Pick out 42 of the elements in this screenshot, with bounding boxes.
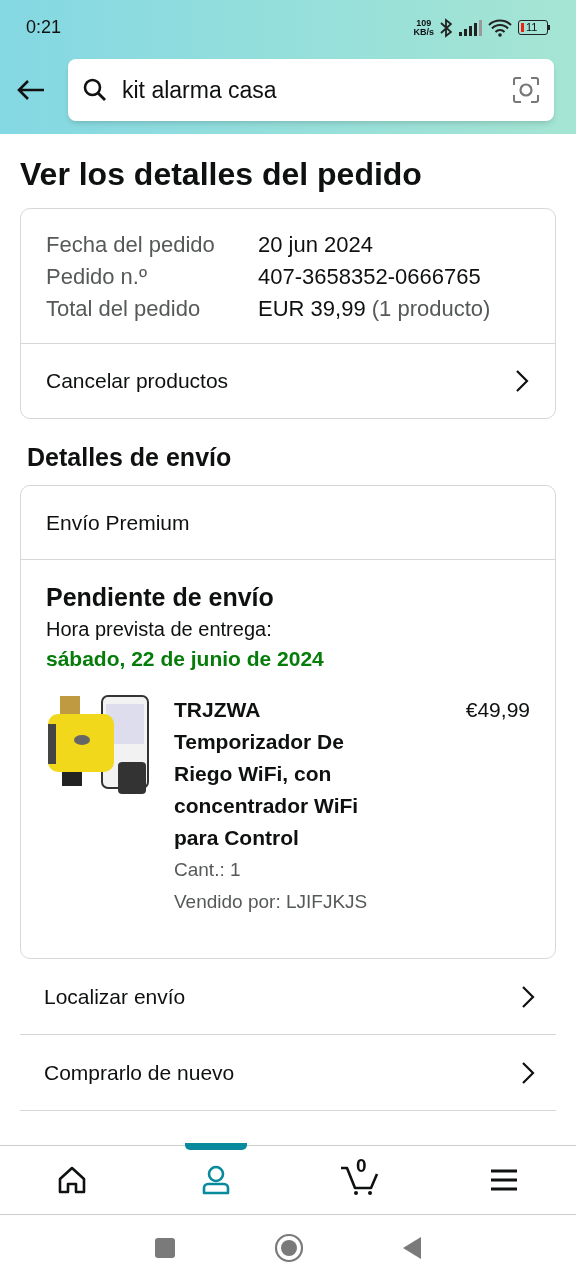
menu-icon <box>490 1169 518 1191</box>
recents-button[interactable] <box>154 1236 176 1259</box>
home-button[interactable] <box>274 1232 304 1263</box>
product-price: €49,99 <box>465 697 530 723</box>
section-heading: Detalles de envío <box>27 442 233 473</box>
list-link[interactable]: Localizar envío <box>20 959 556 1035</box>
field-value: EUR 39,99 (1 producto) <box>258 295 492 323</box>
chevron-right-icon <box>520 1059 536 1086</box>
quantity: Cant.: 1 <box>174 858 242 882</box>
delivery-label: Hora prevista de entrega: <box>46 617 273 642</box>
shipment-status: Pendiente de envío <box>46 582 275 613</box>
search-bar[interactable]: kit alarma casa <box>68 59 554 121</box>
signal-icon <box>458 19 482 36</box>
list-link[interactable]: Comprarlo de nuevo <box>20 1035 556 1111</box>
active-indicator <box>185 1143 247 1150</box>
chevron-right-icon <box>514 368 530 394</box>
bluetooth-icon <box>440 17 452 38</box>
network-speed: 109 KB/s <box>413 18 434 37</box>
home-icon <box>57 1166 87 1194</box>
field-label: Pedido n.º <box>46 263 148 291</box>
nav-tab[interactable]: 0 <box>288 1146 432 1214</box>
cart-count: 0 <box>356 1156 367 1176</box>
field-label: Total del pedido <box>46 295 202 323</box>
shipping-method: Envío Premium <box>21 486 555 560</box>
cancel-products-link[interactable]: Cancelar productos <box>21 343 555 418</box>
back-arrow-icon[interactable] <box>16 79 46 101</box>
wifi-icon <box>488 18 512 37</box>
status-time: 0:21 <box>26 16 62 39</box>
delivery-date: sábado, 22 de junio de 2024 <box>46 646 325 672</box>
chevron-right-icon <box>520 983 536 1010</box>
person-icon <box>201 1165 231 1195</box>
product-title[interactable]: TRJZWA Temporizador De Riego WiFi, con concentrador WiFi para Control <box>174 694 384 854</box>
camera-scan-icon[interactable] <box>512 76 540 104</box>
seller: Vendido por: LJIFJKJS <box>174 890 369 914</box>
search-field[interactable]: kit alarma casa <box>122 72 498 108</box>
battery-icon: 11 <box>518 20 550 35</box>
field-value: 20 jun 2024 <box>258 231 374 259</box>
search-icon <box>82 77 108 103</box>
field-label: Fecha del pedido <box>46 231 216 259</box>
field-value: 407-3658352-0666765 <box>258 263 482 291</box>
back-button[interactable] <box>402 1235 422 1260</box>
page-title: Ver los detalles del pedido <box>20 155 423 194</box>
